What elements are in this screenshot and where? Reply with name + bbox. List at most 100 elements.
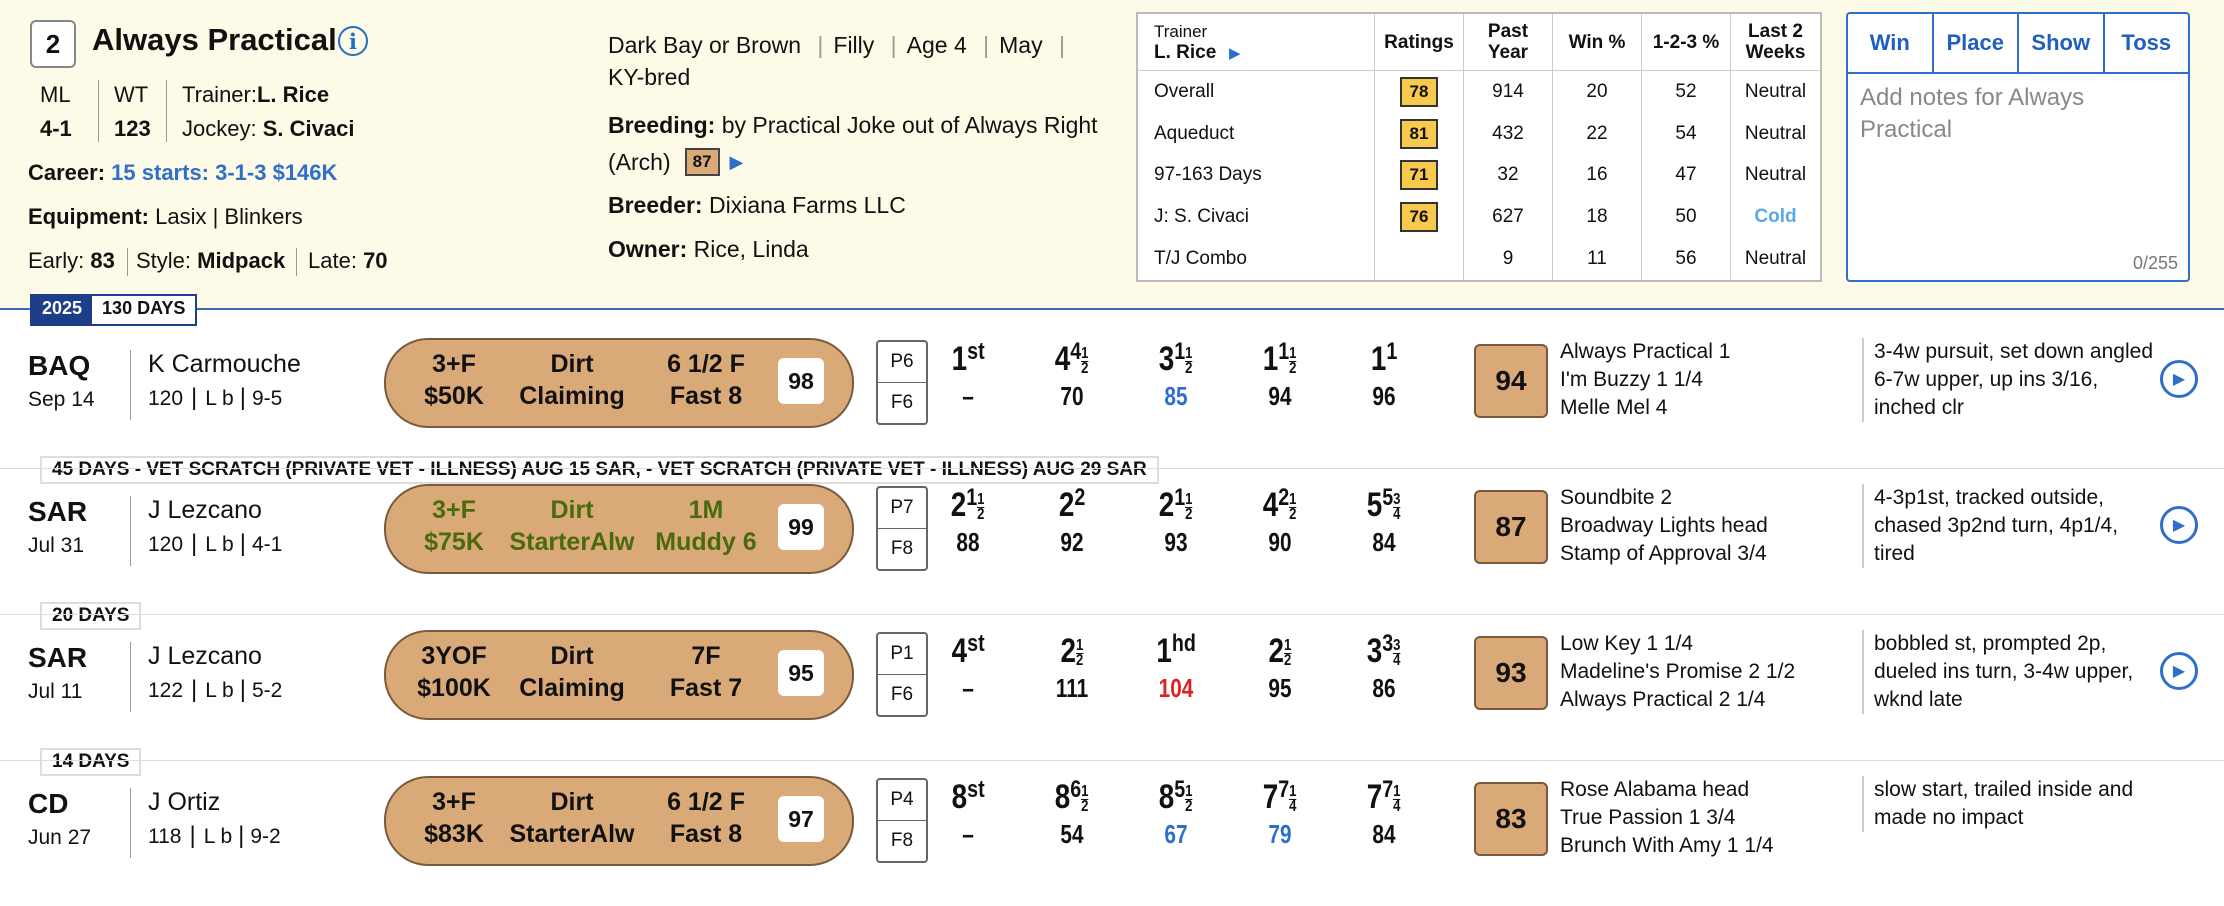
race-track-condition: Fast 8	[669, 820, 743, 848]
race-purse: $83K	[424, 820, 484, 848]
call-position: 42 1 2 90	[1240, 484, 1320, 558]
race-class: 3YOF $100K	[404, 640, 504, 704]
career-link[interactable]: 15 starts: 3-1-3 $146K	[111, 160, 337, 185]
stats-rating	[1374, 238, 1464, 281]
finisher: Melle Mel 4	[1560, 396, 1668, 419]
call-figure: 96	[1372, 381, 1396, 411]
finisher: Madeline's Promise 2 1/2	[1560, 660, 1796, 683]
finisher: Brunch With Amy 1 1/4	[1560, 834, 1774, 857]
call-position: 2 1 2 95	[1240, 632, 1320, 704]
race-conditions-pill[interactable]: 3+F $75K Dirt StarterAlw 1M Muddy 6 99	[384, 484, 854, 574]
owner-row: Owner: Rice, Linda	[608, 236, 809, 262]
race-track-condition: Muddy 6	[655, 528, 757, 556]
race-age-sex: 3YOF	[421, 642, 487, 670]
stats-itm-pct: 54	[1641, 112, 1731, 155]
stats-win-pct: 22	[1552, 112, 1642, 155]
call-pos: 55 3 4	[1367, 484, 1401, 524]
col-win: Win %	[1552, 13, 1642, 71]
call-position: 55 3 4 84	[1344, 484, 1424, 558]
race-distance: 6 1/2 F	[667, 350, 745, 378]
stats-itm-pct: 47	[1641, 154, 1731, 197]
call-figure: 95	[1268, 673, 1292, 703]
trainer-header[interactable]: Trainer L. Rice ▶	[1137, 13, 1375, 71]
replay-play-icon[interactable]: ▶	[2160, 652, 2198, 690]
win-button[interactable]: Win	[1848, 14, 1932, 72]
race-conditions-pill[interactable]: 3+F $83K Dirt StarterAlw 6 1/2 F Fast 8 97	[384, 776, 854, 866]
call-figure: 90	[1268, 527, 1292, 557]
stats-past-year: 432	[1463, 112, 1553, 155]
finisher: Always Practical 2 1/4	[1560, 688, 1766, 711]
replay-play-icon[interactable]: ▶	[2160, 506, 2198, 544]
call-pos: 77 1 4	[1263, 776, 1297, 816]
call-position: 21 1 2 88	[928, 484, 1008, 558]
race-track-condition: Fast 8	[669, 382, 743, 410]
race-jockey[interactable]: K Carmouche	[148, 350, 301, 379]
race-class: 3+F $50K	[404, 348, 504, 412]
show-button[interactable]: Show	[2017, 14, 2103, 72]
field-size: F6	[890, 392, 914, 413]
race-distance-cond: 6 1/2 F Fast 8	[636, 348, 776, 412]
call-fraction: 12	[1081, 782, 1089, 815]
call-pos: 1st	[951, 338, 985, 378]
race-surface-type: Dirt Claiming	[498, 640, 646, 704]
call-figure: 70	[1060, 381, 1084, 411]
horse-description: Dark Bay or Brown | Filly | Age 4 | May |	[608, 32, 1065, 58]
replay-play-icon[interactable]: ▶	[2160, 360, 2198, 398]
race-jockey[interactable]: J Ortiz	[148, 788, 220, 817]
race-jockey[interactable]: J Lezcano	[148, 642, 262, 671]
race-purse: $75K	[424, 528, 484, 556]
rating-badge: 81	[1400, 118, 1438, 149]
race-speed-figure: 98	[778, 358, 824, 404]
rating-badge: 78	[1400, 76, 1438, 107]
notes-textarea[interactable]: Add notes for Always Practical	[1860, 82, 2170, 146]
race-type: Claiming	[519, 674, 625, 702]
call-figure: 104	[1158, 673, 1194, 703]
post-position: P1	[878, 634, 926, 675]
rating-badge: 71	[1400, 160, 1438, 191]
horse-name[interactable]: Always Practical	[92, 22, 337, 58]
call-figure: 85	[1164, 381, 1188, 411]
call-pos: 77 1 4	[1367, 776, 1401, 816]
call-figure: 93	[1164, 527, 1188, 557]
race-row: SAR Jul 31 J Lezcano 120 | L b | 4-1 3+F $75K Dirt…	[0, 468, 2224, 614]
race-conditions-pill[interactable]: 3+F $50K Dirt Claiming 6 1/2 F Fast 8 98	[384, 338, 854, 428]
race-class: 3+F $75K	[404, 494, 504, 558]
beyer-figure: 83	[1474, 782, 1548, 856]
call-fraction: 12	[1076, 636, 1084, 669]
call-pos: 11	[1370, 338, 1398, 378]
play-triangle-icon[interactable]: ▶	[730, 152, 744, 173]
call-position: 11 1 2 94	[1240, 338, 1320, 412]
race-type: Claiming	[519, 382, 625, 410]
race-track: SAR	[28, 496, 88, 527]
race-conditions-pill[interactable]: 3YOF $100K Dirt Claiming 7F Fast 7 95	[384, 630, 854, 720]
place-button[interactable]: Place	[1931, 14, 2018, 72]
race-purse: $50K	[424, 382, 484, 410]
finisher: Broadway Lights head	[1560, 514, 1768, 537]
call-figure: –	[962, 819, 974, 849]
call-pos: 86 1 2	[1055, 776, 1089, 816]
finisher: True Passion 1 3/4	[1560, 806, 1736, 829]
call-figure: 67	[1164, 819, 1188, 849]
finisher: I'm Buzzy 1 1/4	[1560, 368, 1703, 391]
race-track-condition: Fast 7	[669, 674, 743, 702]
race-surface: Dirt	[550, 496, 594, 524]
col-past-year: Past Year	[1463, 13, 1553, 71]
field-size: F8	[890, 830, 914, 851]
call-position: 11 96	[1344, 338, 1424, 412]
call-fraction: 12	[1081, 344, 1089, 377]
call-position: 22 92	[1032, 484, 1112, 558]
info-icon[interactable]: i	[338, 26, 368, 56]
race-age-sex: 3+F	[432, 788, 476, 816]
call-figure: 84	[1372, 819, 1396, 849]
race-comment: bobbled st, prompted 2p, dueled ins turn…	[1862, 630, 2154, 714]
race-jockey[interactable]: J Lezcano	[148, 496, 262, 525]
race-date: Sep 14	[28, 388, 95, 411]
post-field-box: P7 F8	[876, 486, 928, 571]
call-fraction: 12	[1185, 490, 1193, 523]
toss-button[interactable]: Toss	[2102, 14, 2189, 72]
stats-win-pct: 11	[1552, 238, 1642, 281]
race-surface: Dirt	[550, 350, 594, 378]
race-row: CD Jun 27 J Ortiz 118 | L b | 9-2 3+F $83K Dirt Sta…	[0, 760, 2224, 906]
call-pos: 44 1 2	[1055, 338, 1089, 378]
stats-past-year: 9	[1463, 238, 1553, 281]
